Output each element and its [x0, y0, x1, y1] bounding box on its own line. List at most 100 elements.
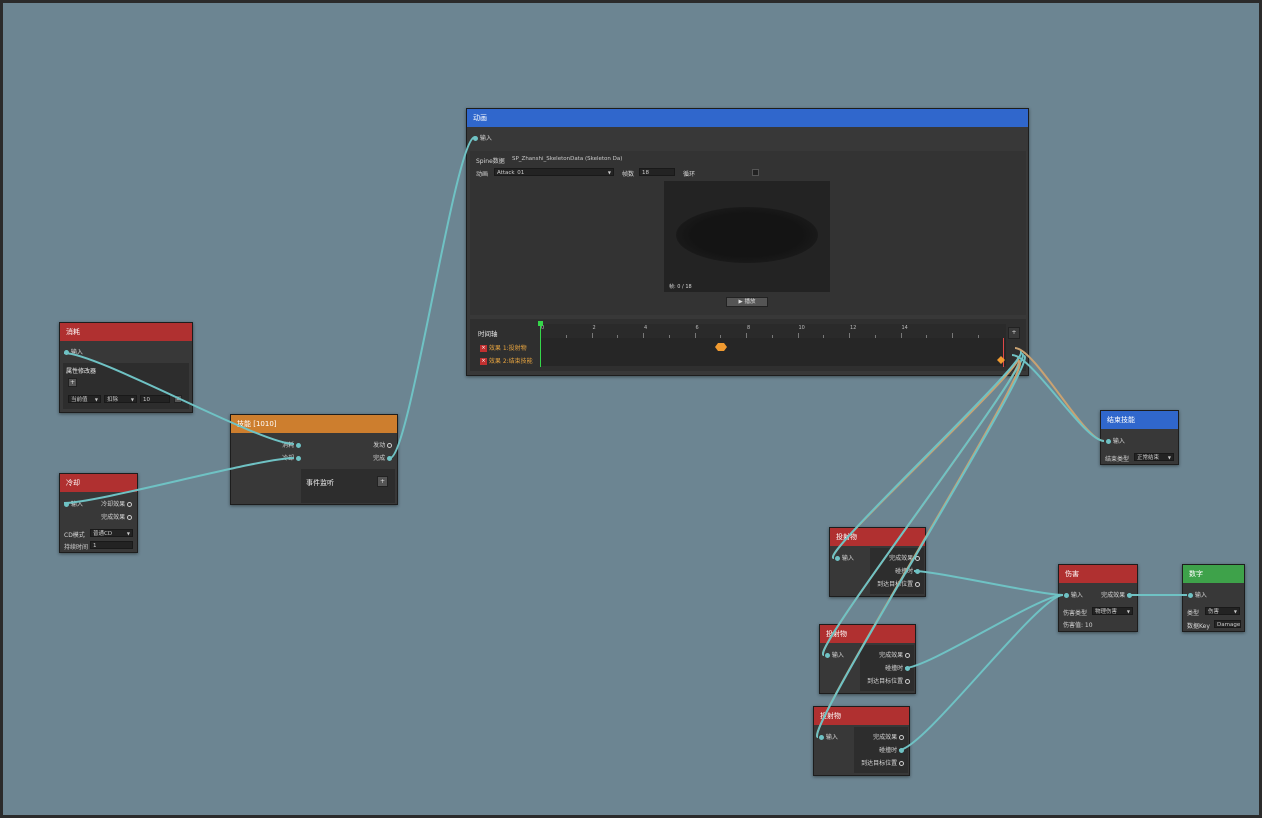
- output-port[interactable]: [915, 569, 920, 574]
- output-label: 碰撞时: [885, 665, 904, 672]
- spine-data-field[interactable]: SP_Zhanshi_SkeletonData (Skeleton D⁠a): [510, 155, 642, 163]
- type-select[interactable]: 当前值: [68, 395, 101, 403]
- output-port[interactable]: [915, 582, 920, 587]
- node-end-skill[interactable]: 结束技能 输入 结束类型 正常结束: [1100, 410, 1179, 465]
- event-label: 效果 1:投射物: [488, 345, 527, 352]
- input-label: 输入: [70, 349, 83, 356]
- data-key-input[interactable]: Damage: [1214, 620, 1241, 628]
- input-port[interactable]: [825, 653, 830, 658]
- event-label: 效果 2:结束技能: [488, 358, 533, 365]
- section-title: 属性修改器: [66, 368, 97, 375]
- events-title: 事件监听: [306, 479, 334, 487]
- timeline-track[interactable]: [540, 338, 1006, 366]
- remove-event-icon[interactable]: ×: [480, 358, 487, 365]
- events-panel: 事件监听 +: [301, 469, 395, 503]
- node-title: 冷却: [60, 474, 137, 492]
- timeline-tick-label: 10: [798, 325, 805, 331]
- number-type-label: 类型: [1187, 610, 1200, 617]
- duration-label: 持续时间: [64, 544, 89, 551]
- output-port[interactable]: [127, 502, 132, 507]
- output-port[interactable]: [899, 761, 904, 766]
- cd-mode-select[interactable]: 普通CD: [90, 529, 133, 537]
- output-label: 碰撞时: [879, 747, 898, 754]
- node-title: 投射物: [830, 528, 925, 546]
- output-port[interactable]: [905, 666, 910, 671]
- output-label: 到达目标位置: [861, 760, 898, 767]
- loop-checkbox[interactable]: [752, 169, 759, 176]
- play-button[interactable]: ▶ 播放: [726, 297, 768, 307]
- output-port[interactable]: [915, 556, 920, 561]
- input-port[interactable]: [1064, 593, 1069, 598]
- output-label: 完成效果: [889, 555, 914, 562]
- input-port[interactable]: [296, 456, 301, 461]
- timeline-tick-label: 6: [695, 325, 699, 331]
- node-title: 数字: [1183, 565, 1244, 583]
- playhead-handle[interactable]: [538, 321, 543, 326]
- output-port[interactable]: [905, 679, 910, 684]
- node-damage[interactable]: 伤害 输入 完成效果 伤害类型 物理伤害 伤害值: 10: [1058, 564, 1138, 632]
- input-port[interactable]: [473, 136, 478, 141]
- playhead[interactable]: [540, 322, 541, 367]
- end-mode-select[interactable]: 正常结束: [1134, 453, 1174, 461]
- frames-input[interactable]: 18: [639, 168, 675, 176]
- output-port[interactable]: [1127, 593, 1132, 598]
- frames-label: 帧数: [622, 171, 635, 178]
- node-title: 投射物: [820, 625, 915, 643]
- timeline-label: 时间轴: [478, 330, 498, 338]
- value-input[interactable]: 10: [140, 395, 170, 403]
- input-port[interactable]: [819, 735, 824, 740]
- input-label: 输入: [1112, 438, 1125, 445]
- input-port[interactable]: [64, 350, 69, 355]
- node-cooldown[interactable]: 冷却 输入 冷却效果 完成效果 CD模式 普通CD 持续时间 1: [59, 473, 138, 553]
- duration-input[interactable]: 1: [90, 541, 133, 549]
- node-projectile-3[interactable]: 投射物 输入 完成效果 碰撞时 到达目标位置: [813, 706, 910, 776]
- output-label: 到达目标位置: [877, 581, 914, 588]
- number-type-select[interactable]: 伤害: [1205, 607, 1240, 615]
- damage-type-label: 伤害类型: [1063, 610, 1088, 617]
- node-consume[interactable]: 消耗 输入 属性修改器 + 当前值 扣除 10 x: [59, 322, 193, 413]
- output-label: 完成效果: [873, 734, 898, 741]
- input-port[interactable]: [64, 502, 69, 507]
- input-port[interactable]: [835, 556, 840, 561]
- output-port[interactable]: [905, 653, 910, 658]
- input-label: 输入: [825, 734, 838, 741]
- anim-select[interactable]: Attack_01: [494, 168, 614, 176]
- output-port[interactable]: [127, 515, 132, 520]
- node-title: 结束技能: [1101, 411, 1178, 429]
- output-port[interactable]: [387, 443, 392, 448]
- output-port[interactable]: [899, 735, 904, 740]
- output-label: 发动: [373, 442, 386, 449]
- node-title: 消耗: [60, 323, 192, 341]
- timeline-ruler[interactable]: 0 2 4 6 8 10 12 14: [540, 324, 1006, 338]
- op-select[interactable]: 扣除: [104, 395, 137, 403]
- add-event-button[interactable]: +: [1008, 327, 1020, 339]
- node-title: 伤害: [1059, 565, 1137, 583]
- end-marker: [1003, 338, 1004, 367]
- damage-type-select[interactable]: 物理伤害: [1092, 607, 1133, 615]
- timeline-tick-label: 2: [592, 325, 596, 331]
- node-projectile-1[interactable]: 投射物 输入 完成效果 碰撞时 到达目标位置: [829, 527, 926, 597]
- remove-modifier-button[interactable]: x: [174, 395, 182, 403]
- node-number[interactable]: 数字 输入 类型 伤害 数据Key Damage: [1182, 564, 1245, 632]
- node-projectile-2[interactable]: 投射物 输入 完成效果 碰撞时 到达目标位置: [819, 624, 916, 694]
- preview-panel: Spine数据 SP_Zhanshi_SkeletonData (Skeleto…: [470, 151, 1026, 315]
- output-label: 冷却效果: [101, 501, 126, 508]
- add-event-button[interactable]: +: [377, 476, 388, 487]
- output-label: 到达目标位置: [867, 678, 904, 685]
- node-skill[interactable]: 技能 [1010] 消耗 冷却 发动 完成 事件监听 +: [230, 414, 398, 505]
- input-port[interactable]: [1106, 439, 1111, 444]
- loop-label: 循环: [683, 171, 696, 178]
- node-title: 动画: [467, 109, 1028, 127]
- remove-event-icon[interactable]: ×: [480, 345, 487, 352]
- add-modifier-button[interactable]: +: [68, 378, 77, 387]
- output-port[interactable]: [387, 456, 392, 461]
- input-label: 消耗: [282, 442, 295, 449]
- input-label: 输入: [1194, 592, 1207, 599]
- input-label: 冷却: [282, 455, 295, 462]
- input-port[interactable]: [1188, 593, 1193, 598]
- data-key-label: 数据Key: [1187, 623, 1210, 630]
- damage-amount: 伤害值: 10: [1063, 622, 1093, 629]
- output-port[interactable]: [899, 748, 904, 753]
- node-animation[interactable]: 动画 输入 Spine数据 SP_Zhanshi_SkeletonData (S…: [466, 108, 1029, 376]
- input-port[interactable]: [296, 443, 301, 448]
